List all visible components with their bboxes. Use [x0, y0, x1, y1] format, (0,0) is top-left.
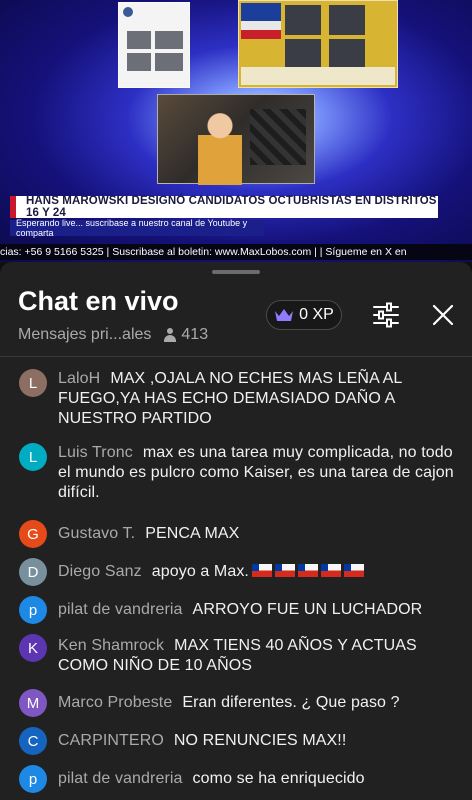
avatar[interactable]: L [19, 369, 47, 397]
subheadline-text: Esperando live... suscribase a nuestro c… [16, 218, 248, 238]
news-ticker: cias: +56 9 5166 5325 | Suscribase al bo… [0, 244, 472, 260]
message-author[interactable]: Marco Probeste [58, 694, 172, 711]
avatar[interactable]: D [19, 558, 47, 586]
message-author[interactable]: LaloH [58, 370, 100, 387]
message-text: MAX ,OJALA NO ECHES MAS LEÑA AL FUEGO,YA… [58, 370, 402, 427]
message-text: Eran diferentes. ¿ Que paso ? [182, 694, 400, 711]
xp-label: 0 XP [299, 306, 334, 323]
message-author[interactable]: Ken Shamrock [58, 637, 164, 654]
avatar[interactable]: K [19, 634, 47, 662]
drag-handle[interactable] [212, 270, 260, 274]
news-panel-thumbnail [238, 0, 398, 88]
chile-flag-icon [251, 564, 272, 577]
ticker-text: cias: +56 9 5166 5325 | Suscribase al bo… [0, 246, 407, 258]
studio-thumbnail [157, 94, 315, 185]
person-icon [163, 328, 177, 342]
chile-flag-icon [320, 564, 341, 577]
message-author[interactable]: pilat de vandreria [58, 770, 183, 787]
message-text: PENCA MAX [145, 525, 240, 542]
chile-flag-icon [343, 564, 364, 577]
close-button[interactable] [430, 302, 456, 328]
chile-flag-icon [274, 564, 295, 577]
avatar[interactable]: p [19, 765, 47, 793]
crown-icon [275, 309, 294, 321]
avatar[interactable]: M [19, 689, 47, 717]
sliders-icon [373, 302, 399, 328]
message-text: como se ha enriquecido [192, 770, 365, 787]
message-author[interactable]: CARPINTERO [58, 732, 164, 749]
message-text: NO RENUNCIES MAX!! [173, 732, 347, 749]
message-author[interactable]: Gustavo T. [58, 525, 135, 542]
avatar[interactable]: G [19, 520, 47, 548]
chat-mode-label: Mensajes pri...ales [18, 326, 152, 343]
avatar[interactable]: p [19, 596, 47, 624]
subheadline-bar: Esperando live... suscribase a nuestro c… [10, 218, 264, 238]
filter-button[interactable] [372, 302, 400, 328]
chat-divider [0, 356, 472, 357]
headline-bar: HANS MAROWSKI DESIGNÓ CANDIDATOS OCTUBRI… [10, 195, 438, 219]
close-icon [432, 304, 454, 326]
chat-title: Chat en vivo [18, 286, 179, 316]
avatar[interactable]: L [19, 443, 47, 471]
message-author[interactable]: Diego Sanz [58, 563, 142, 580]
social-post-thumbnail [118, 2, 190, 88]
message-author[interactable]: Luis Tronc [58, 444, 133, 461]
live-chat-panel: Chat en vivo Mensajes pri...ales 413 0 X… [0, 262, 472, 800]
viewer-count: 413 [181, 326, 209, 343]
avatar[interactable]: C [19, 727, 47, 755]
live-video-player[interactable]: HANS MAROWSKI DESIGNÓ CANDIDATOS OCTUBRI… [0, 0, 472, 262]
chile-flag-icon [297, 564, 318, 577]
xp-chip[interactable]: 0 XP [266, 300, 342, 330]
chat-mode-selector[interactable]: Mensajes pri...ales 413 [18, 326, 208, 344]
message-author[interactable]: pilat de vandreria [58, 601, 183, 618]
headline-text: HANS MAROWSKI DESIGNÓ CANDIDATOS OCTUBRI… [26, 195, 437, 219]
message-text: apoyo a Max. [151, 563, 249, 580]
message-text: ARROYO FUE UN LUCHADOR [192, 601, 423, 618]
